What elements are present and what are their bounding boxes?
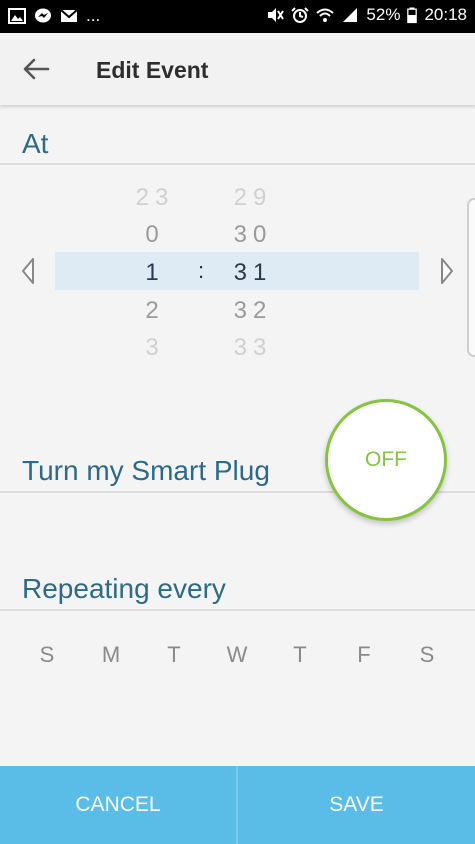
- hour-selected[interactable]: 1: [110, 259, 200, 287]
- action-bar: CANCEL SAVE: [0, 766, 475, 844]
- repeat-label: Repeating every: [22, 573, 226, 604]
- mute-icon: [268, 8, 285, 22]
- battery-percent: 52%: [366, 5, 401, 24]
- chevron-right-icon[interactable]: [437, 256, 457, 286]
- side-panel-handle[interactable]: [467, 198, 475, 357]
- day-tuesday[interactable]: T: [154, 642, 194, 668]
- hour-option[interactable]: 0: [110, 221, 200, 249]
- hour-option[interactable]: 3: [110, 334, 200, 362]
- wifi-icon: [316, 8, 335, 22]
- minute-option[interactable]: 32: [208, 297, 298, 325]
- status-time: 20:18: [424, 5, 467, 24]
- gmail-icon: [60, 9, 78, 22]
- status-bar-right: 52% 20:18: [266, 5, 467, 25]
- status-bar: ... 52% 20:18: [0, 0, 475, 33]
- status-overflow: ...: [86, 6, 101, 25]
- chevron-left-icon[interactable]: [18, 256, 38, 286]
- minute-option[interactable]: 33: [208, 334, 298, 362]
- day-sunday[interactable]: S: [27, 642, 67, 668]
- repeat-divider: [0, 609, 475, 611]
- save-button[interactable]: SAVE: [238, 766, 475, 844]
- app-bar: Edit Event: [0, 33, 475, 105]
- gallery-icon: [8, 8, 26, 24]
- hour-option[interactable]: 2: [110, 297, 200, 325]
- day-thursday[interactable]: T: [280, 642, 320, 668]
- day-wednesday[interactable]: W: [217, 642, 257, 668]
- plug-state-text: OFF: [365, 448, 407, 471]
- page-title: Edit Event: [96, 57, 209, 83]
- minute-selected[interactable]: 31: [208, 259, 298, 287]
- smart-plug-label: Turn my Smart Plug: [22, 455, 270, 486]
- at-label: At: [22, 128, 49, 159]
- minute-option[interactable]: 30: [208, 221, 298, 249]
- day-friday[interactable]: F: [344, 642, 384, 668]
- day-saturday[interactable]: S: [407, 642, 447, 668]
- alarm-icon: [291, 7, 310, 23]
- back-arrow-icon[interactable]: [20, 55, 52, 83]
- minute-wheel[interactable]: 29 30 31 32 33: [208, 178, 298, 361]
- hour-option[interactable]: 23: [110, 184, 200, 212]
- battery-icon: [407, 7, 418, 24]
- signal-icon: [343, 8, 358, 22]
- cancel-button[interactable]: CANCEL: [0, 766, 236, 844]
- plug-state-toggle[interactable]: OFF: [325, 399, 447, 521]
- at-divider: [0, 163, 475, 165]
- day-monday[interactable]: M: [91, 642, 131, 668]
- messenger-icon: [35, 8, 51, 23]
- status-bar-left: ...: [8, 6, 100, 26]
- hour-wheel[interactable]: 23 0 1 2 3: [110, 178, 200, 361]
- minute-option[interactable]: 29: [208, 184, 298, 212]
- time-separator: :: [198, 258, 205, 283]
